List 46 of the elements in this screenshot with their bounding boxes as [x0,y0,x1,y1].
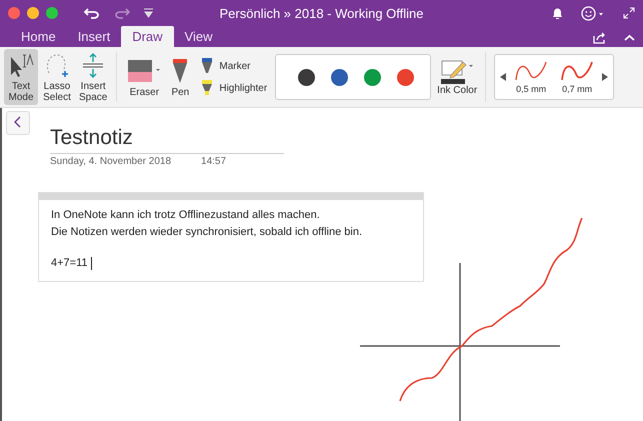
ink-color-icon [439,58,476,84]
color-swatch[interactable] [331,68,348,86]
page-time: 14:57 [201,156,226,167]
share-icon[interactable] [593,32,606,44]
text-mode-button[interactable]: Text Mode [4,49,38,105]
note-text: Die Notizen werden wieder synchronisiert, sobald ich offline bin. [51,225,364,240]
customize-icon[interactable] [144,8,153,18]
back-button[interactable] [6,111,30,135]
marker-button[interactable]: Marker [201,58,268,74]
pen-button[interactable]: Pen [167,54,194,100]
expand-icon[interactable] [623,7,635,19]
color-swatch[interactable] [298,68,316,86]
collapse-ribbon-icon[interactable] [624,34,635,42]
color-swatch[interactable] [397,68,414,86]
scroll-left-icon[interactable] [500,73,506,81]
thickness-option[interactable]: 0,5 mm [510,60,552,94]
page-title[interactable]: Testnotiz [50,126,284,154]
scroll-right-icon[interactable] [602,73,608,81]
color-swatch[interactable] [364,68,382,86]
window-title: Persönlich » 2018 - Working Offline [219,6,424,20]
thickness-option[interactable]: 0,7 mm [556,60,598,94]
smiley-icon[interactable] [581,6,605,20]
ribbon-tab[interactable]: Home [10,26,67,47]
highlighter-button[interactable]: Highlighter [201,80,268,96]
bell-icon[interactable] [552,6,563,20]
ribbon-tab[interactable]: View [174,26,224,47]
ribbon-tab[interactable]: Insert [66,26,122,47]
ink-color-button[interactable]: Ink Color [435,58,480,96]
chevron-left-icon [14,116,22,128]
ribbon-tab[interactable]: Draw [121,26,174,47]
note-handle-bar[interactable] [39,193,423,200]
note-text: 4+7=11 [51,256,88,272]
note-text: In OneNote kann ich trotz Offlinezustand alles machen. [51,208,321,223]
highlighter-icon [201,80,214,96]
page-date: Sunday, 4. November 2018 [50,156,172,167]
text-cursor [90,257,92,270]
zoom-button[interactable] [46,7,58,19]
note-container[interactable]: In OneNote kann ich trotz Offlinezustand alles machen. Die Notizen werden wieder synchronisiert, sobald ich offline bin. 4+7=11 [38,192,424,282]
lasso-button[interactable]: Lasso Select [40,49,74,105]
redo-icon[interactable] [114,7,130,19]
minimize-button[interactable] [27,7,39,19]
eraser-button[interactable]: Eraser [123,54,166,100]
undo-icon[interactable] [84,7,100,19]
marker-icon [201,58,214,74]
insert-space-button[interactable]: Insert Space [76,49,110,105]
close-button[interactable] [8,7,20,19]
